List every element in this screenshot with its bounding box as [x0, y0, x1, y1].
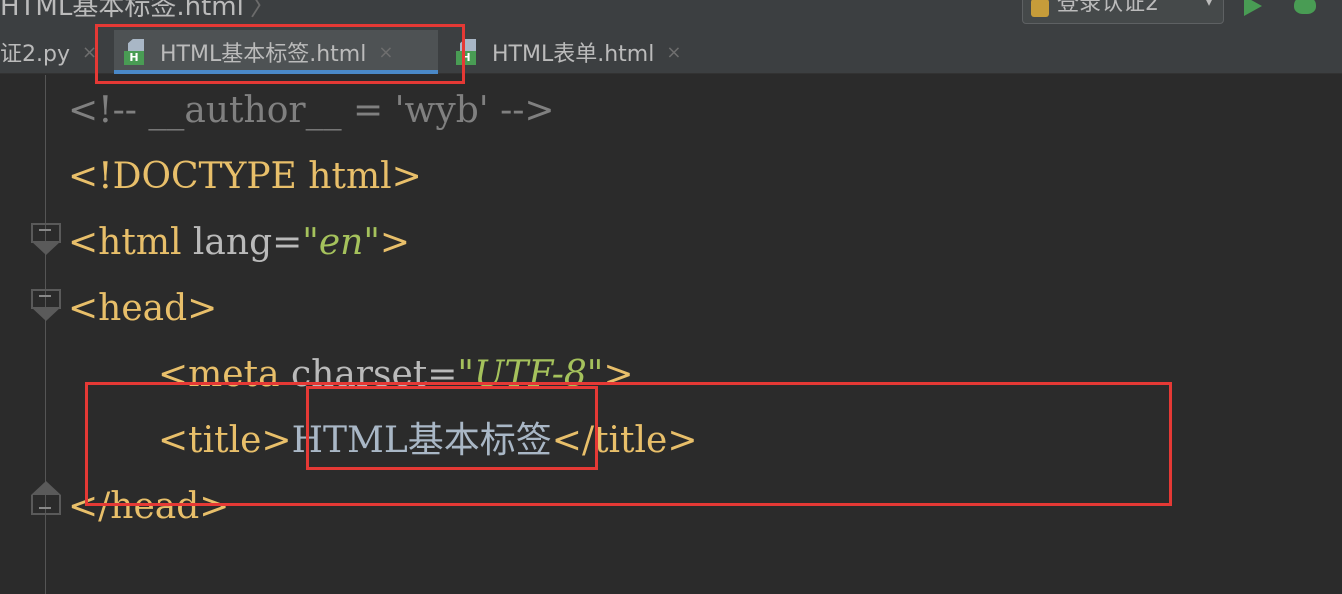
close-icon[interactable]: × — [666, 42, 681, 63]
collapse-icon — [39, 295, 51, 297]
debug-icon[interactable] — [1294, 0, 1316, 14]
breadcrumb-file[interactable]: HTML基本标签.html — [0, 0, 244, 22]
breadcrumb[interactable]: HTML基本标签.html 〉 — [0, 0, 276, 23]
html-tag-close-bracket: > — [379, 222, 411, 263]
html-tag-open: <html — [68, 222, 182, 263]
comment-open: <!-- — [68, 90, 137, 131]
head-tag-open: <head> — [68, 288, 218, 329]
tab-login-auth-py[interactable]: 证2.py × — [0, 30, 97, 74]
tab-html-form[interactable]: H HTML表单.html × — [450, 30, 710, 74]
code-line-doctype[interactable]: <!DOCTYPE html> — [68, 147, 422, 207]
comment-text: __author__ = 'wyb' — [136, 90, 501, 131]
collapse-icon — [39, 507, 51, 509]
collapse-icon — [39, 229, 51, 231]
chevron-down-icon: ▾ — [1204, 0, 1213, 10]
comment-close: --> — [500, 90, 555, 131]
gutter-divider — [45, 75, 46, 594]
code-line-comment[interactable]: <!-- __author__ = 'wyb' --> — [68, 81, 555, 141]
annotation-box-tab — [95, 24, 465, 84]
tab-label: 证2.py — [0, 42, 70, 67]
annotation-box-title-line — [85, 382, 1172, 506]
tab-label: HTML表单.html — [492, 42, 655, 67]
lang-attribute: lang= — [181, 222, 303, 263]
run-configuration-label: 登录认证2 — [1057, 0, 1159, 16]
annotation-box-title-text — [306, 386, 598, 470]
lang-value: "en" — [302, 222, 380, 263]
breadcrumb-separator: 〉 — [249, 0, 276, 22]
code-line-head-open[interactable]: <head> — [68, 279, 217, 339]
code-editor[interactable]: <!-- __author__ = 'wyb' --> <!DOCTYPE ht… — [0, 75, 1342, 594]
fold-marker-head-end[interactable] — [31, 481, 61, 515]
fold-marker-html[interactable] — [31, 223, 61, 257]
run-icon[interactable] — [1244, 0, 1262, 16]
python-config-icon — [1031, 0, 1049, 17]
doctype-close: > — [391, 156, 422, 197]
doctype-keyword: <!DOCTYPE — [68, 156, 297, 197]
code-line-html-open[interactable]: <html lang="en"> — [68, 213, 410, 273]
fold-marker-head[interactable] — [31, 289, 61, 323]
doctype-value: html — [296, 156, 392, 197]
run-configuration-select[interactable]: 登录认证2 ▾ — [1022, 0, 1224, 24]
